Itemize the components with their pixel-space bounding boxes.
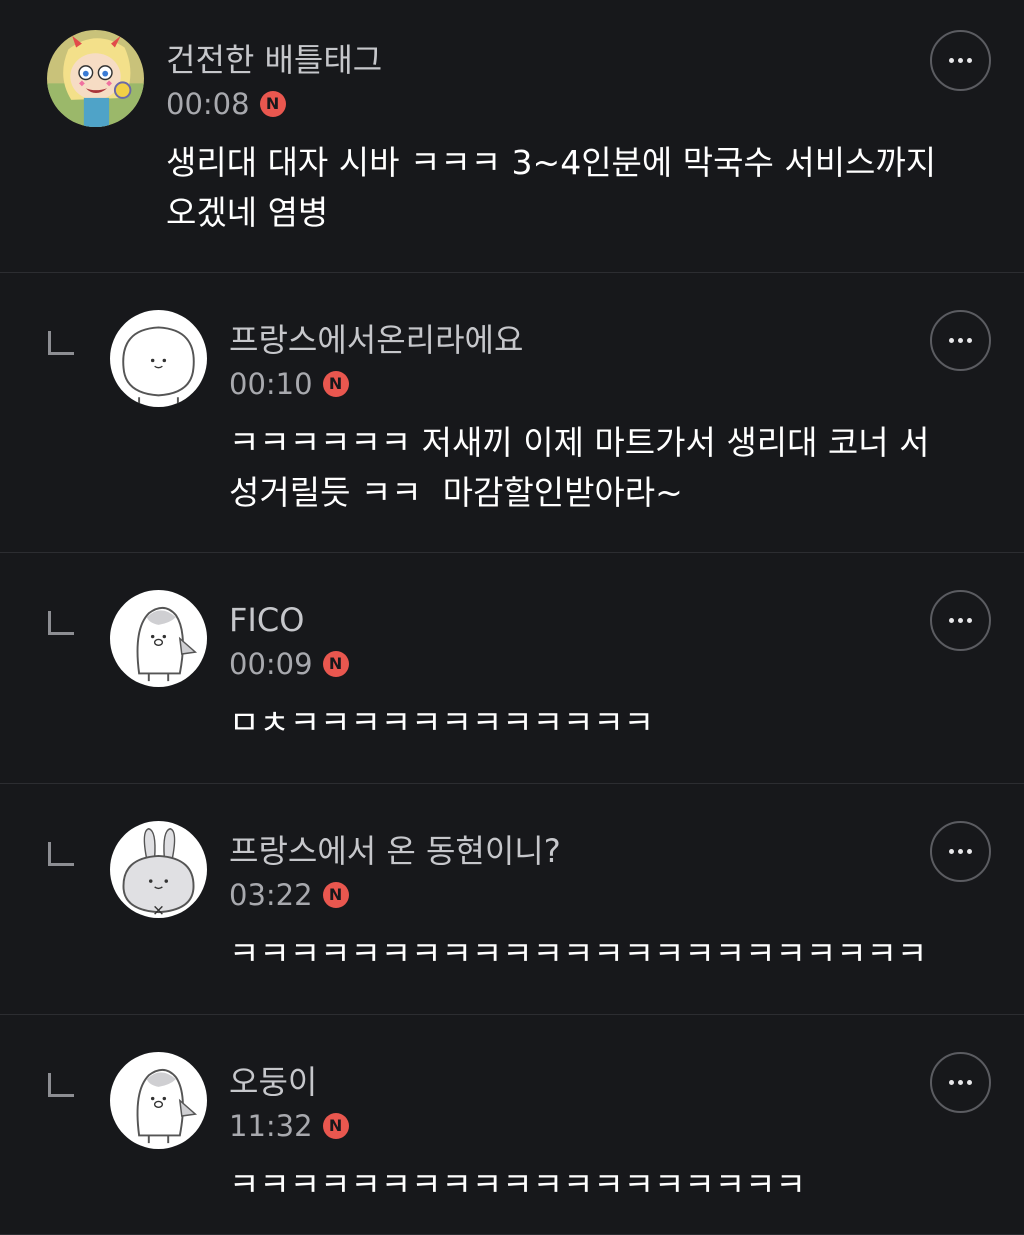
comment-time: 00:08 bbox=[166, 87, 250, 121]
dot bbox=[949, 849, 954, 854]
dot bbox=[958, 849, 963, 854]
more-options-button[interactable] bbox=[930, 1052, 991, 1113]
bunny-avatar-icon bbox=[110, 821, 207, 918]
new-badge-icon: N bbox=[322, 1113, 349, 1139]
new-badge-icon: N bbox=[322, 371, 349, 397]
penguin-avatar-icon bbox=[110, 1052, 207, 1149]
dot bbox=[949, 338, 954, 343]
dot bbox=[967, 338, 972, 343]
comment-author[interactable]: 오둥이 bbox=[229, 1062, 317, 1102]
new-badge-icon: N bbox=[259, 91, 286, 117]
dot bbox=[967, 58, 972, 63]
avatar[interactable] bbox=[110, 1052, 207, 1149]
reply-arrow-icon bbox=[48, 611, 74, 635]
comment-meta: 00:10 N bbox=[229, 366, 349, 402]
reply-comment: FICO 00:09 N ㅁㅊㅋㅋㅋㅋㅋㅋㅋㅋㅋㅋㅋㅋ bbox=[0, 553, 1024, 784]
dot bbox=[949, 1080, 954, 1085]
dot bbox=[967, 1080, 972, 1085]
new-badge-icon: N bbox=[322, 651, 349, 677]
comment-text: ㅋㅋㅋㅋㅋㅋ 저새끼 이제 마트가서 생리대 코너 서 성거릴듯 ㅋㅋ 마감할인… bbox=[229, 423, 930, 512]
dot bbox=[949, 618, 954, 623]
reply-arrow-icon bbox=[48, 1073, 74, 1097]
reply-arrow-icon bbox=[48, 331, 74, 355]
reply-comment: 오둥이 11:32 N ㅋㅋㅋㅋㅋㅋㅋㅋㅋㅋㅋㅋㅋㅋㅋㅋㅋㅋㅋ bbox=[0, 1015, 1024, 1235]
more-options-button[interactable] bbox=[930, 821, 991, 882]
comment-author[interactable]: 건전한 배틀태그 bbox=[166, 40, 382, 80]
comment-time: 00:09 bbox=[229, 647, 313, 681]
round-face-avatar-icon bbox=[110, 310, 207, 407]
comment-author[interactable]: 프랑스에서온리라에요 bbox=[229, 320, 523, 360]
avatar[interactable] bbox=[110, 821, 207, 918]
dot bbox=[967, 849, 972, 854]
comment-author[interactable]: FICO bbox=[229, 600, 304, 640]
dot bbox=[958, 618, 963, 623]
dot bbox=[958, 338, 963, 343]
avatar[interactable] bbox=[110, 590, 207, 687]
cartoon-girl-avatar-icon bbox=[47, 30, 144, 127]
dot bbox=[949, 58, 954, 63]
avatar[interactable] bbox=[47, 30, 144, 127]
reply-comment: 프랑스에서 온 동현이니? 03:22 N ㅋㅋㅋㅋㅋㅋㅋㅋㅋㅋㅋㅋㅋㅋㅋㅋㅋㅋ… bbox=[0, 784, 1024, 1015]
avatar[interactable] bbox=[110, 310, 207, 407]
dot bbox=[967, 618, 972, 623]
comment: 건전한 배틀태그 00:08 N 생리대 대자 시바 ㅋㅋㅋ 3~4인분에 막국… bbox=[0, 0, 1024, 273]
comment-meta: 11:32 N bbox=[229, 1108, 349, 1144]
comment-time: 03:22 bbox=[229, 878, 313, 912]
new-badge-icon: N bbox=[322, 882, 349, 908]
comment-text: ㅋㅋㅋㅋㅋㅋㅋㅋㅋㅋㅋㅋㅋㅋㅋㅋㅋㅋㅋㅋㅋㅋㅋ bbox=[229, 934, 928, 973]
comment-author[interactable]: 프랑스에서 온 동현이니? bbox=[229, 831, 561, 871]
comment-time: 00:10 bbox=[229, 367, 313, 401]
comment-meta: 00:09 N bbox=[229, 646, 349, 682]
comment-meta: 00:08 N bbox=[166, 86, 286, 122]
comment-meta: 03:22 N bbox=[229, 877, 349, 913]
reply-arrow-icon bbox=[48, 842, 74, 866]
more-options-button[interactable] bbox=[930, 310, 991, 371]
more-options-button[interactable] bbox=[930, 30, 991, 91]
comment-text: 생리대 대자 시바 ㅋㅋㅋ 3~4인분에 막국수 서비스까지 오겠네 염병 bbox=[166, 143, 937, 232]
comment-time: 11:32 bbox=[229, 1109, 313, 1143]
reply-comment: 프랑스에서온리라에요 00:10 N ㅋㅋㅋㅋㅋㅋ 저새끼 이제 마트가서 생리… bbox=[0, 273, 1024, 553]
dot bbox=[958, 1080, 963, 1085]
penguin-avatar-icon bbox=[110, 590, 207, 687]
dot bbox=[958, 58, 963, 63]
comment-text: ㅋㅋㅋㅋㅋㅋㅋㅋㅋㅋㅋㅋㅋㅋㅋㅋㅋㅋㅋ bbox=[229, 1165, 806, 1204]
more-options-button[interactable] bbox=[930, 590, 991, 651]
comment-text: ㅁㅊㅋㅋㅋㅋㅋㅋㅋㅋㅋㅋㅋㅋ bbox=[229, 703, 655, 742]
